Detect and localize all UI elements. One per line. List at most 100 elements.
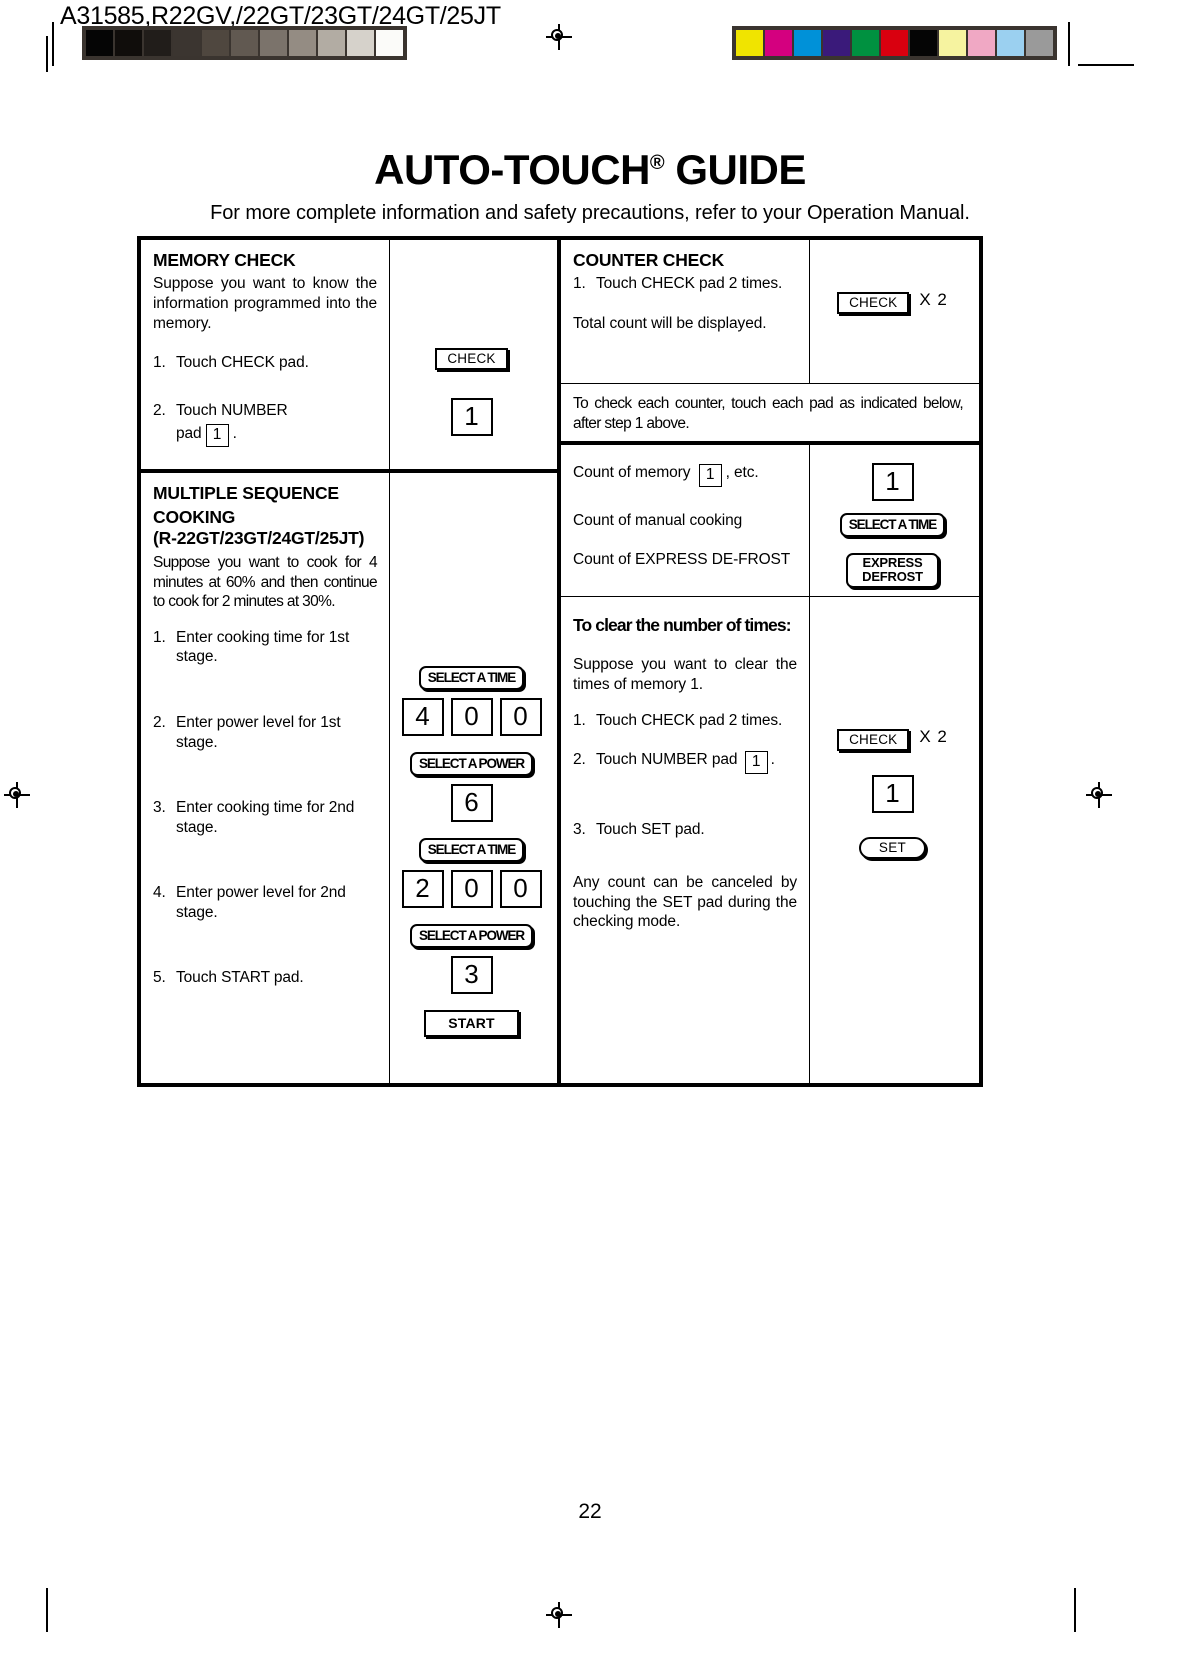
counter-select-time-wrap: SELECT A TIME <box>822 513 963 537</box>
counter-banner-text: To check each counter, touch each pad as… <box>573 395 964 432</box>
check-pad-button[interactable]: CHECK <box>837 729 910 751</box>
color-swatch <box>910 30 937 56</box>
clear-times-footer: Any count can be canceled by touching th… <box>573 874 797 931</box>
step-text: Touch CHECK pad. <box>176 354 309 372</box>
number-pad-2-button[interactable]: 2 <box>401 870 444 908</box>
select-power-1-wrap: SELECT A POWER <box>402 752 541 776</box>
color-swatch <box>939 30 966 56</box>
number-pad-0-button[interactable]: 0 <box>450 870 493 908</box>
number-pad-6-button[interactable]: 6 <box>450 784 493 822</box>
auto-touch-guide-table: MEMORY CHECK Suppose you want to know th… <box>137 236 983 1087</box>
step-text: Touch NUMBER pad 1. <box>596 750 797 774</box>
counter-express-defrost-wrap: EXPRESS DEFROST <box>822 553 963 589</box>
step-text-period: . <box>232 425 237 443</box>
power-2-digit: 3 <box>402 956 541 994</box>
clear-times-pad-cell: CHECK X 2 1 SET <box>810 597 975 1083</box>
gray-swatch <box>289 30 316 56</box>
select-a-time-pad-button[interactable]: SELECT A TIME <box>839 513 946 537</box>
step-text-label: Touch NUMBER pad <box>596 751 738 769</box>
select-a-time-pad-button[interactable]: SELECT A TIME <box>418 666 525 690</box>
multiple-sequence-step-2: 2. Enter power level for 1st stage. <box>153 713 377 752</box>
step-number: 3. <box>153 799 166 817</box>
multiple-sequence-heading-2: COOKING <box>153 507 236 528</box>
page-title-main: AUTO-TOUCH <box>374 146 650 193</box>
page-subtitle: For more complete information and safety… <box>210 202 970 225</box>
counter-check-row: COUNTER CHECK 1. Touch CHECK pad 2 times… <box>561 240 979 383</box>
step-number: 1. <box>573 711 586 729</box>
start-pad-button[interactable]: START <box>424 1010 519 1037</box>
set-pad-button[interactable]: SET <box>858 837 927 859</box>
number-pad-4-button[interactable]: 4 <box>401 698 444 736</box>
check-x2-wrap: CHECK X 2 <box>822 290 963 314</box>
number-pad-3-button[interactable]: 3 <box>450 956 493 994</box>
counter-banner-cell: To check each counter, touch each pad as… <box>561 384 975 441</box>
counter-list-memory-suffix: , etc. <box>725 464 759 481</box>
check-pad-button[interactable]: CHECK <box>837 292 910 314</box>
grayscale-ramp <box>82 26 407 60</box>
counter-list-item-manual: Count of manual cooking <box>573 511 743 529</box>
gray-swatch <box>347 30 374 56</box>
number-pad-1-button[interactable]: 1 <box>871 463 914 501</box>
registration-crosshair-bottom <box>546 1602 572 1628</box>
step-text: Enter cooking time for 2nd stage. <box>176 799 355 836</box>
memory-check-pad-cell: CHECK 1 <box>390 240 553 469</box>
registration-crosshair-left <box>4 782 30 808</box>
step-text: Enter power level for 2nd stage. <box>176 884 346 921</box>
registration-crosshair-top <box>546 24 572 50</box>
left-trim-tick <box>52 22 54 66</box>
step-number: 1. <box>573 275 586 293</box>
step-number: 3. <box>573 820 586 838</box>
check-pad-button[interactable]: CHECK <box>435 348 508 370</box>
gray-swatch <box>144 30 171 56</box>
select-a-power-pad-button[interactable]: SELECT A POWER <box>409 752 534 776</box>
number-pad-1-icon[interactable]: 1 <box>205 424 229 447</box>
page-title-tail: GUIDE <box>664 146 806 193</box>
gray-swatch <box>318 30 345 56</box>
select-power-2-wrap: SELECT A POWER <box>402 924 541 948</box>
number-pad-0-button[interactable]: 0 <box>499 698 542 736</box>
set-pad-wrap: SET <box>822 837 963 859</box>
number-pad-0-button[interactable]: 0 <box>450 698 493 736</box>
select-a-power-pad-button[interactable]: SELECT A POWER <box>409 924 534 948</box>
page-title: AUTO-TOUCH® GUIDE <box>0 146 1180 193</box>
number-pad-1-button[interactable]: 1 <box>871 775 914 813</box>
counter-number-pad-wrap: 1 <box>822 463 963 501</box>
color-swatch <box>997 30 1024 56</box>
gray-swatch <box>231 30 258 56</box>
clear-times-text-cell: To clear the number of times: Suppose yo… <box>561 597 810 1083</box>
step-text-pad-label: pad <box>176 425 202 443</box>
clear-times-heading: To clear the number of times: <box>573 615 792 635</box>
counter-list-text-cell: Count of memory 1, etc. Count of manual … <box>561 445 810 596</box>
step-text: Enter power level for 1st stage. <box>176 713 341 751</box>
document-header: AUTO-TOUCH® GUIDE For more complete info… <box>0 146 1180 225</box>
number-pad-0-button[interactable]: 0 <box>499 870 542 908</box>
clear-times-step-2: 2. Touch NUMBER pad 1. <box>573 750 797 774</box>
color-ramp <box>732 26 1057 60</box>
guide-right-column: COUNTER CHECK 1. Touch CHECK pad 2 times… <box>561 240 979 1083</box>
check-pad-wrap: CHECK <box>402 348 541 370</box>
express-defrost-pad-button[interactable]: EXPRESS DEFROST <box>846 553 939 589</box>
clear-times-step-3: 3. Touch SET pad. <box>573 820 797 840</box>
number-pad-1-icon[interactable]: 1 <box>744 751 768 774</box>
color-swatch <box>765 30 792 56</box>
counter-list-item-memory: Count of memory 1, etc. <box>573 463 797 487</box>
counter-list-item-defrost: Count of EXPRESS DE-FROST <box>573 551 791 569</box>
select-time-1-wrap: SELECT A TIME <box>402 666 541 690</box>
counter-list-pad-cell: 1 SELECT A TIME EXPRESS DEFROST <box>810 445 975 596</box>
step-text: Touch SET pad. <box>596 820 705 838</box>
number-pad-wrap: 1 <box>402 398 541 436</box>
number-pad-1-button[interactable]: 1 <box>450 398 493 436</box>
gray-swatch <box>376 30 403 56</box>
step-text: Touch START pad. <box>176 969 304 987</box>
select-a-time-pad-button[interactable]: SELECT A TIME <box>418 838 525 862</box>
counter-check-text-cell: COUNTER CHECK 1. Touch CHECK pad 2 times… <box>561 240 810 383</box>
step-number: 5. <box>153 969 166 987</box>
step-number: 1. <box>153 628 166 646</box>
color-swatch <box>968 30 995 56</box>
time-1-digits: 4 0 0 <box>401 698 542 736</box>
multiple-sequence-step-5: 5. Touch START pad. <box>153 968 377 988</box>
gray-swatch <box>115 30 142 56</box>
memory-check-text-cell: MEMORY CHECK Suppose you want to know th… <box>141 240 390 469</box>
step-text-period: . <box>770 751 775 769</box>
number-pad-1-icon[interactable]: 1 <box>698 464 722 487</box>
